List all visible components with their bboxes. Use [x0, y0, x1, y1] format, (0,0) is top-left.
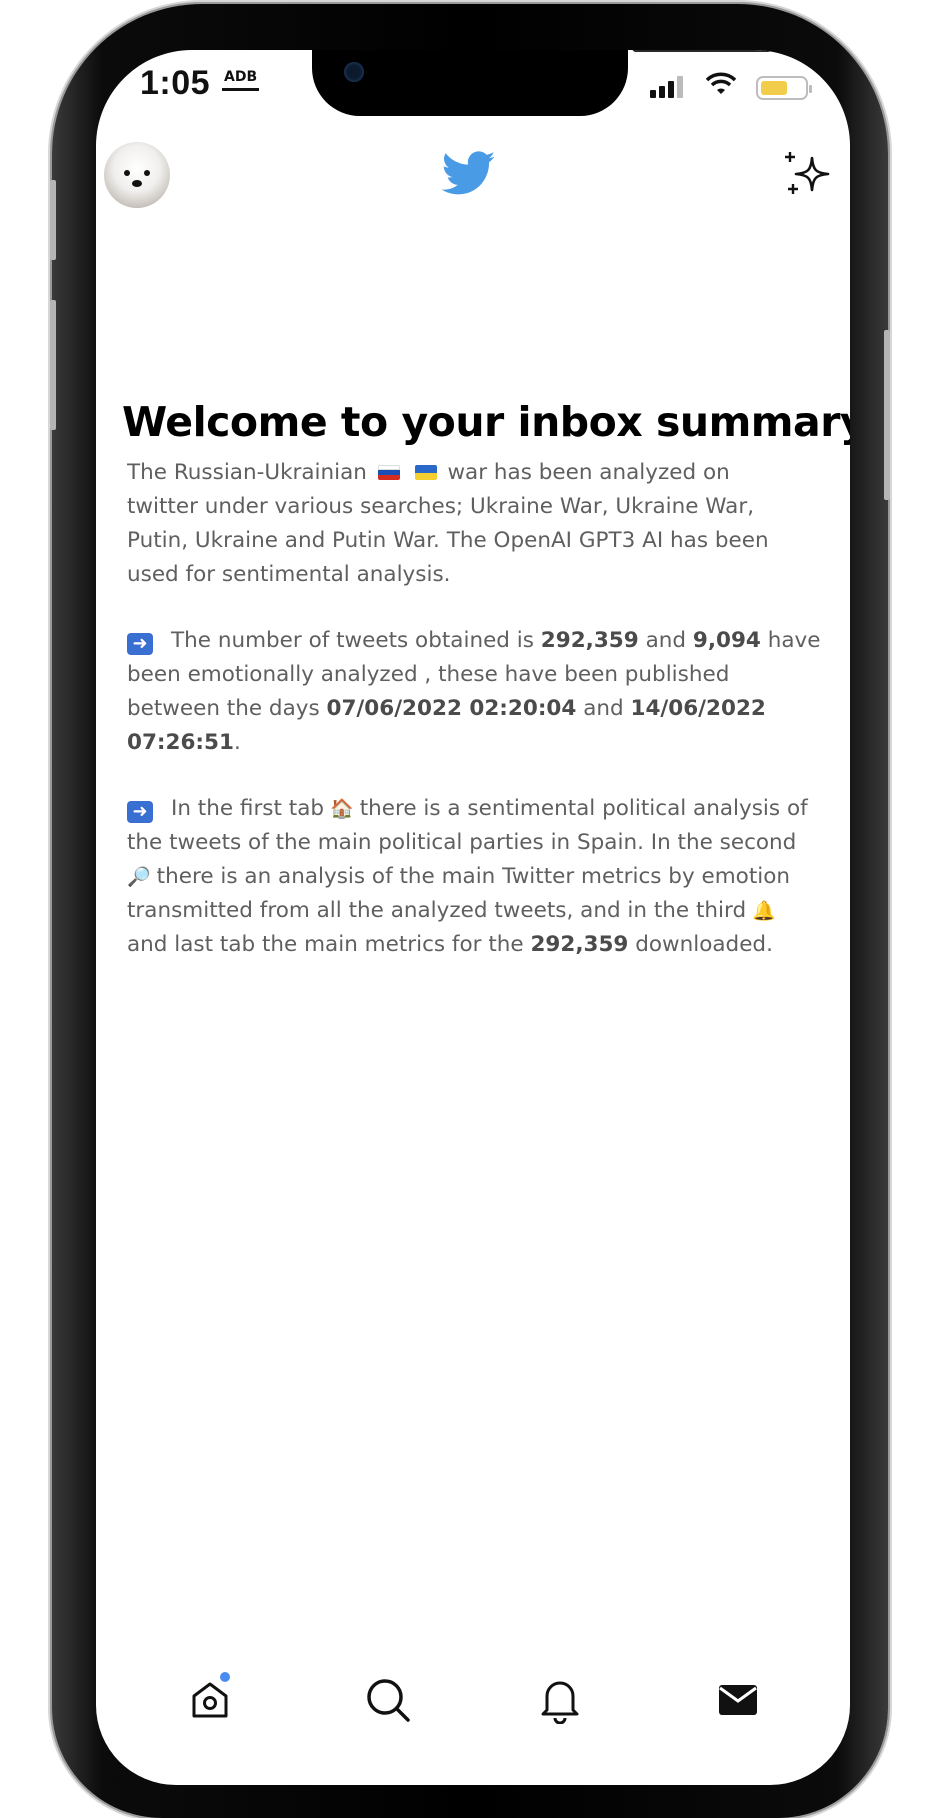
twitter-bird-icon[interactable]: [439, 146, 499, 200]
tweets-analyzed: 9,094: [692, 628, 761, 653]
tweet-count-paragraph: ➜ The number of tweets obtained is 292,35…: [127, 628, 821, 755]
tab-search[interactable]: [358, 1670, 418, 1730]
bell-icon: [541, 1681, 579, 1724]
status-time: 1:05: [140, 64, 211, 102]
downloaded-total: 292,359: [530, 932, 629, 957]
tab-notifications[interactable]: [530, 1670, 590, 1730]
home-icon: [192, 1682, 228, 1718]
tabs-paragraph: ➜ In the first tab 🏠 there is a sentimental…: [127, 792, 827, 962]
house-icon: 🏠: [330, 798, 354, 820]
right-arrow-icon: ➜: [127, 801, 153, 823]
russia-flag-icon: [377, 465, 400, 480]
tweets-total: 292,359: [540, 628, 639, 653]
speaker-grille: [632, 50, 772, 52]
page-title: Welcome to your inbox summary!: [122, 398, 850, 446]
date-end-day: 14/06/2022: [630, 696, 766, 721]
signal-icon: [650, 76, 686, 98]
magnifier-icon: 🔎: [127, 866, 151, 888]
right-arrow-icon: ➜: [127, 633, 153, 655]
battery-level: [761, 81, 787, 95]
mail-icon: [719, 1685, 757, 1715]
avatar[interactable]: [104, 142, 170, 208]
front-camera: [344, 62, 364, 82]
date-end-time: 07:26:51: [127, 730, 234, 755]
search-icon: [367, 1679, 410, 1722]
intro-paragraph: The Russian-Ukrainian war has been analy…: [127, 460, 769, 587]
battery-icon: [756, 76, 812, 100]
phone-screen: 1:05 ADB Welcome to your inbox summary! …: [96, 50, 850, 1785]
side-button: [50, 300, 56, 430]
notch: [312, 50, 772, 116]
ukraine-flag-icon: [414, 465, 437, 480]
bottom-tab-bar: [96, 1670, 850, 1740]
notification-dot: [220, 1672, 230, 1682]
tab-messages[interactable]: [708, 1670, 768, 1730]
sparkle-icon[interactable]: [782, 148, 834, 200]
tab-home[interactable]: [180, 1670, 240, 1730]
side-button: [884, 330, 890, 500]
inbox-summary: Welcome to your inbox summary! The Russi…: [122, 398, 850, 994]
date-start: 07/06/2022 02:20:04: [326, 696, 577, 721]
side-button: [50, 180, 56, 260]
wifi-icon: [705, 72, 737, 101]
bell-emoji-icon: 🔔: [752, 900, 776, 922]
adb-status-icon: ADB: [222, 68, 260, 91]
